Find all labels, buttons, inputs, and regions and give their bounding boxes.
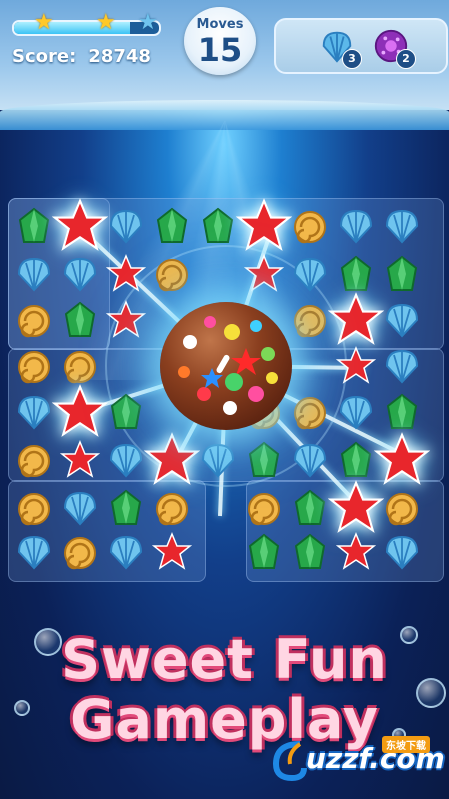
gold-snail-piece-icon[interactable] [152, 254, 192, 294]
glowing-red-star-piece-icon[interactable] [327, 292, 385, 348]
promo-title: Sweet Fun Gameplay [0, 620, 449, 750]
blue-shell-piece-icon[interactable] [60, 254, 100, 294]
blue-shell-piece-icon[interactable] [382, 300, 422, 340]
blue-shell-piece-icon[interactable] [336, 392, 376, 432]
red-star-piece-icon[interactable] [105, 300, 147, 340]
blue-shell-piece-icon[interactable] [336, 206, 376, 246]
glowing-red-star-piece-icon[interactable] [51, 384, 109, 440]
green-crystal-piece-icon[interactable] [14, 206, 54, 246]
green-crystal-piece-icon[interactable] [290, 488, 330, 528]
green-crystal-piece-icon[interactable] [152, 206, 192, 246]
site-watermark: uzzf.com 东坡下载 [270, 736, 446, 784]
red-star-piece-icon[interactable] [335, 532, 377, 572]
blue-shell-piece-icon[interactable] [290, 440, 330, 480]
red-star-piece-icon[interactable] [105, 254, 147, 294]
gold-snail-piece-icon[interactable] [290, 206, 330, 246]
glowing-red-star-piece-icon[interactable] [51, 198, 109, 254]
blue-shell-piece-icon[interactable] [106, 206, 146, 246]
green-crystal-piece-icon[interactable] [60, 300, 100, 340]
green-crystal-piece-icon[interactable] [198, 206, 238, 246]
blue-shell-piece-icon[interactable] [14, 392, 54, 432]
blue-shell-piece-icon[interactable] [60, 488, 100, 528]
red-star-piece-icon[interactable] [335, 346, 377, 386]
logo-swirl-icon [272, 741, 307, 782]
title-line-1: Sweet Fun [61, 628, 388, 691]
green-crystal-piece-icon[interactable] [244, 532, 284, 572]
green-crystal-piece-icon[interactable] [382, 392, 422, 432]
gold-snail-piece-icon[interactable] [60, 532, 100, 572]
glowing-red-star-piece-icon[interactable] [143, 432, 201, 488]
watermark-badge: 东坡下载 [382, 736, 430, 753]
blue-shell-piece-icon[interactable] [382, 206, 422, 246]
green-crystal-piece-icon[interactable] [106, 488, 146, 528]
green-crystal-piece-icon[interactable] [336, 254, 376, 294]
gold-snail-piece-icon[interactable] [290, 392, 330, 432]
gold-snail-piece-icon[interactable] [382, 488, 422, 528]
gold-snail-piece-icon[interactable] [152, 488, 192, 528]
green-crystal-piece-icon[interactable] [106, 392, 146, 432]
blue-shell-piece-icon[interactable] [382, 532, 422, 572]
red-star-piece-icon[interactable] [151, 532, 193, 572]
gold-snail-piece-icon[interactable] [60, 346, 100, 386]
blue-shell-piece-icon[interactable] [14, 532, 54, 572]
gold-snail-piece-icon[interactable] [14, 440, 54, 480]
red-star-piece-icon[interactable] [59, 440, 101, 480]
blue-shell-piece-icon[interactable] [106, 532, 146, 572]
green-crystal-piece-icon[interactable] [382, 254, 422, 294]
blue-shell-piece-icon[interactable] [106, 440, 146, 480]
gold-snail-piece-icon[interactable] [14, 488, 54, 528]
green-crystal-piece-icon[interactable] [290, 532, 330, 572]
color-bomb-candy[interactable] [160, 302, 292, 430]
gold-snail-piece-icon[interactable] [290, 300, 330, 340]
gold-snail-piece-icon[interactable] [14, 346, 54, 386]
blue-shell-piece-icon[interactable] [382, 346, 422, 386]
gold-snail-piece-icon[interactable] [244, 488, 284, 528]
green-crystal-piece-icon[interactable] [244, 440, 284, 480]
glowing-red-star-piece-icon[interactable] [235, 198, 293, 254]
green-crystal-piece-icon[interactable] [336, 440, 376, 480]
gold-snail-piece-icon[interactable] [14, 300, 54, 340]
glowing-red-star-piece-icon[interactable] [327, 480, 385, 536]
blue-shell-piece-icon[interactable] [198, 440, 238, 480]
blue-shell-piece-icon[interactable] [14, 254, 54, 294]
candy-sprinkles [178, 316, 278, 415]
red-star-piece-icon[interactable] [243, 254, 285, 294]
blue-shell-piece-icon[interactable] [290, 254, 330, 294]
